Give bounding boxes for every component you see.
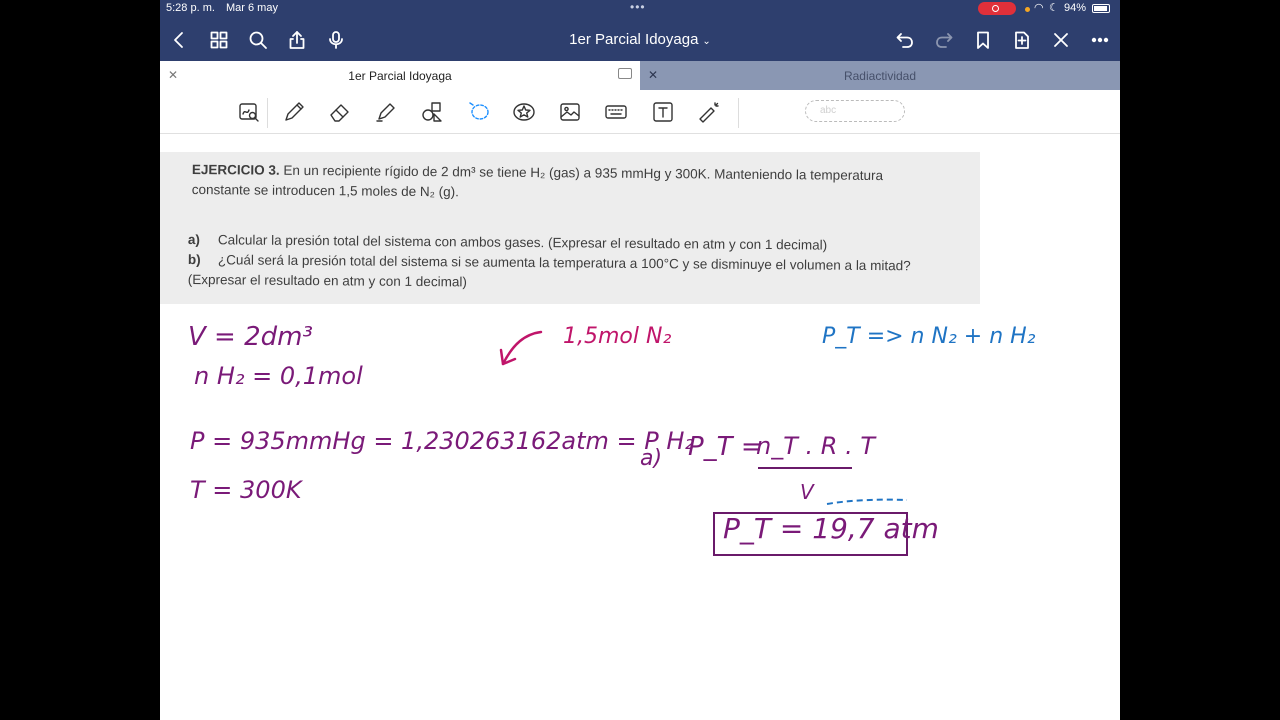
toolbar-divider — [738, 98, 739, 128]
highlighter-tool[interactable] — [372, 98, 400, 126]
item-text: Calcular la presión total del sistema co… — [217, 232, 828, 253]
tab-radiactividad[interactable]: ✕ Radiactividad — [640, 61, 1120, 90]
note-pressure: P = 935mmHg = 1,230263162atm = P H₂ — [190, 427, 695, 455]
shapes-tool[interactable] — [418, 98, 446, 126]
bookmark-button[interactable] — [971, 28, 995, 52]
more-icon — [1091, 37, 1109, 43]
pen-tool[interactable] — [280, 98, 308, 126]
note-moles-n2: 1,5mol N₂ — [563, 324, 672, 349]
chevron-down-icon: ⌄ — [702, 36, 711, 47]
eraser-tool[interactable] — [326, 98, 354, 126]
add-page-button[interactable] — [1010, 28, 1034, 52]
note-formula-denominator: V — [800, 480, 814, 504]
ipad-screen: 5:28 p. m. Mar 6 may ••• ◠ ☾ 94% 1er Par… — [160, 0, 1120, 720]
app-navigation-bar: 1er Parcial Idoyaga ⌄ — [160, 18, 1120, 61]
exercise-scan-image: EJERCICIO 3. En un recipiente rígido de … — [160, 152, 980, 304]
text-box-icon — [653, 102, 673, 122]
keyboard-tool[interactable] — [602, 98, 630, 126]
sticker-tool[interactable] — [510, 98, 538, 126]
note-formula-numerator: n_T . R . T — [756, 432, 875, 460]
status-date: Mar 6 may — [226, 2, 278, 14]
note-temperature: T = 300K — [190, 476, 302, 504]
shapes-icon — [422, 102, 442, 122]
note-volume: V = 2dm³ — [188, 322, 313, 352]
laser-pointer-tool[interactable] — [695, 98, 723, 126]
note-formula-lhs: P_T = — [688, 432, 763, 462]
multitasking-dots-icon[interactable]: ••• — [630, 0, 646, 14]
mic-indicator-icon — [1025, 7, 1030, 12]
tab-parcial[interactable]: ✕ 1er Parcial Idoyaga — [160, 61, 640, 90]
exercise-text: En un recipiente rígido de 2 dm³ se tien… — [191, 162, 884, 199]
wifi-icon: ◠ — [1034, 2, 1044, 14]
status-time: 5:28 p. m. — [166, 2, 215, 14]
document-tabs: ✕ 1er Parcial Idoyaga ✕ Radiactividad — [160, 61, 1120, 90]
note-moles-h2: n H₂ = 0,1mol — [194, 362, 363, 390]
dashed-stroke-annotation — [826, 498, 908, 505]
pencil-off-icon — [1054, 33, 1068, 47]
status-bar: 5:28 p. m. Mar 6 may ••• ◠ ☾ 94% — [160, 0, 1120, 18]
collapse-toolbar-button[interactable] — [1049, 28, 1073, 52]
laser-pointer-icon — [699, 102, 719, 123]
moon-icon: ☾ — [1049, 2, 1059, 14]
battery-percent: 94% — [1064, 2, 1087, 14]
highlighter-icon — [376, 103, 395, 122]
item-text: ¿Cuál será la presión total del sistema … — [187, 252, 911, 289]
bookmark-icon — [977, 31, 989, 49]
lasso-search-icon — [239, 103, 259, 122]
redo-icon — [936, 33, 953, 48]
handwriting-recognition-field[interactable]: abc — [805, 100, 905, 122]
pen-icon — [285, 102, 304, 121]
lasso-search-tool[interactable] — [235, 98, 263, 126]
undo-icon — [896, 33, 913, 48]
redo-button[interactable] — [932, 28, 956, 52]
arrow-annotation-icon — [499, 330, 543, 366]
drawing-toolbar: abc — [160, 90, 1120, 134]
toolbar-divider — [267, 98, 268, 128]
tab-label: 1er Parcial Idoyaga — [348, 69, 452, 83]
lasso-icon — [469, 102, 489, 120]
lasso-tool[interactable] — [465, 98, 493, 126]
text-box-tool[interactable] — [649, 98, 677, 126]
exercise-item-b: b) ¿Cuál será la presión total del sistem… — [188, 250, 968, 296]
eraser-icon — [330, 104, 349, 122]
tab-label: Radiactividad — [843, 69, 917, 83]
document-title: 1er Parcial Idoyaga — [569, 31, 699, 48]
exercise-title: EJERCICIO 3. — [191, 161, 280, 178]
note-page[interactable]: EJERCICIO 3. En un recipiente rígido de … — [160, 134, 1120, 720]
note-formula-label: a) — [640, 446, 663, 471]
fraction-bar — [758, 467, 852, 469]
item-key: a) — [187, 231, 200, 248]
add-page-icon — [1015, 31, 1029, 49]
image-icon — [560, 103, 580, 121]
battery-icon — [1092, 4, 1110, 13]
image-tool[interactable] — [556, 98, 584, 126]
keyboard-icon — [605, 105, 627, 119]
note-result: P_T = 19,7 atm — [723, 512, 939, 545]
more-button[interactable] — [1088, 28, 1112, 52]
undo-button[interactable] — [893, 28, 917, 52]
star-sticker-icon — [513, 103, 535, 121]
note-total-pressure-def: P_T => n N₂ + n H₂ — [822, 324, 1036, 349]
screen-recording-icon[interactable] — [978, 2, 1016, 15]
split-view-icon[interactable] — [618, 68, 632, 79]
item-key: b) — [187, 251, 201, 268]
exercise-statement: EJERCICIO 3. En un recipiente rígido de … — [192, 160, 932, 206]
